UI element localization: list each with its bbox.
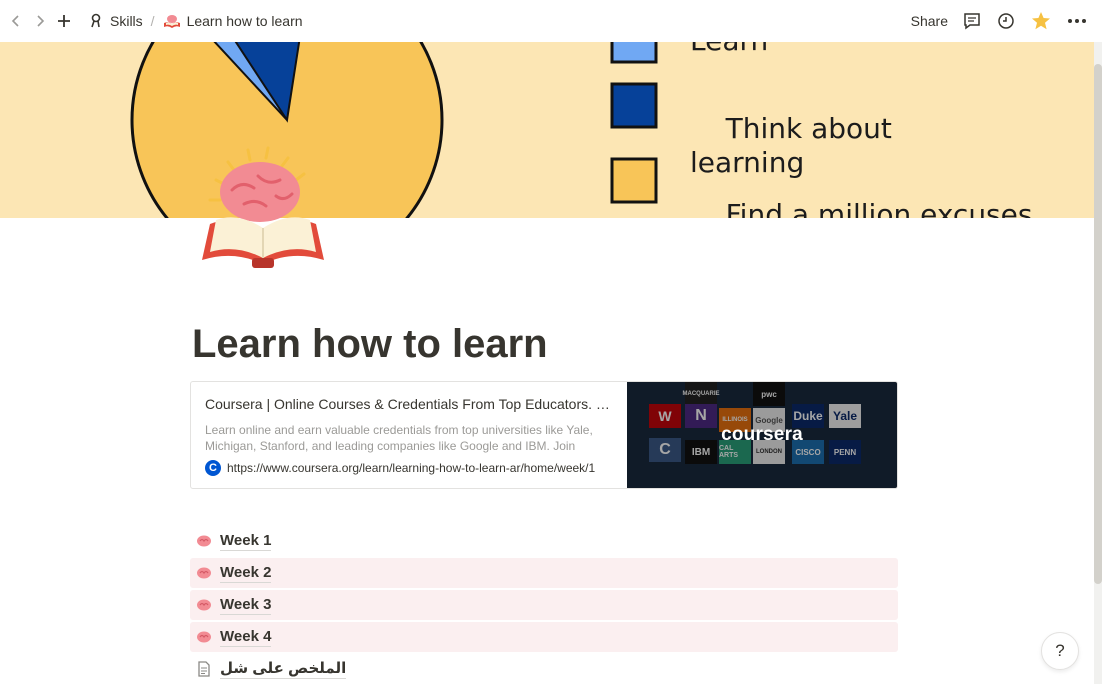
chevron-right-icon <box>37 15 45 27</box>
page-cover: Learn Think about learning Find a millio… <box>0 42 1094 218</box>
back-button[interactable] <box>4 9 28 33</box>
subpage-list: Week 1 Week 2 Week 3 Week 4 الملخص على ش… <box>190 526 898 686</box>
coursera-favicon-icon: C <box>205 460 221 476</box>
top-bar: Skills / Learn how to learn Share <box>0 0 1102 42</box>
breadcrumb-item-current[interactable]: Learn how to learn <box>157 13 309 29</box>
breadcrumb-item-skills[interactable]: Skills <box>82 13 149 29</box>
share-button[interactable]: Share <box>911 13 948 29</box>
plus-icon <box>58 15 70 27</box>
forward-button[interactable] <box>28 9 52 33</box>
page-title[interactable]: Learn how to learn <box>192 322 548 367</box>
breadcrumb-label: Learn how to learn <box>186 13 303 29</box>
chevron-left-icon <box>11 15 19 27</box>
help-button[interactable]: ? <box>1041 632 1079 670</box>
list-item-week-4[interactable]: Week 4 <box>190 622 898 652</box>
cover-legend-excuses: Find a million excuses why I don't have … <box>690 164 1033 218</box>
breadcrumb-label: Skills <box>110 13 143 29</box>
topbar-left: Skills / Learn how to learn <box>0 9 309 33</box>
list-item-summary[interactable]: الملخص على شل <box>190 654 898 684</box>
more-icon[interactable] <box>1066 10 1088 32</box>
brain-icon <box>197 535 211 547</box>
coursera-brand: coursera <box>721 424 803 445</box>
page-icon-brain-book[interactable] <box>196 140 330 274</box>
brain-icon <box>197 599 211 611</box>
breadcrumb-separator: / <box>150 13 155 29</box>
cover-legend-learn: Learn <box>690 42 768 58</box>
bookmark-title: Coursera | Online Courses & Credentials … <box>205 396 613 412</box>
list-item-label: Week 1 <box>220 531 272 551</box>
brain-book-icon <box>163 15 180 28</box>
list-item-week-3[interactable]: Week 3 <box>190 590 898 620</box>
list-item-week-1[interactable]: Week 1 <box>190 526 898 556</box>
scrollbar[interactable] <box>1094 42 1102 684</box>
bookmark-text: Coursera | Online Courses & Credentials … <box>191 382 627 488</box>
bookmark-description: Learn online and earn valuable credentia… <box>205 423 593 453</box>
brain-icon <box>197 567 211 579</box>
list-item-label: الملخص على شل <box>220 659 347 679</box>
skills-icon <box>91 13 101 28</box>
list-item-week-2[interactable]: Week 2 <box>190 558 898 588</box>
bookmark-url-row: C https://www.coursera.org/learn/learnin… <box>205 460 613 476</box>
list-item-label: Week 4 <box>220 627 272 647</box>
star-icon[interactable] <box>1030 10 1052 32</box>
bookmark-card[interactable]: Coursera | Online Courses & Credentials … <box>190 381 898 489</box>
list-item-label: Week 2 <box>220 563 272 583</box>
bookmark-image: MACQUARIE pwc ILLINOIS Google Duke Yale … <box>627 382 897 488</box>
brain-icon <box>197 631 211 643</box>
comment-icon[interactable] <box>962 11 982 31</box>
list-item-label: Week 3 <box>220 595 272 615</box>
new-page-button[interactable] <box>52 9 76 33</box>
topbar-right: Share <box>911 0 1102 42</box>
cover-legend-excuses-text: Find a million excuses why I don't have … <box>725 198 1033 218</box>
bookmark-url: https://www.coursera.org/learn/learning-… <box>227 461 596 475</box>
document-icon <box>198 661 210 677</box>
clock-icon[interactable] <box>996 11 1016 31</box>
scrollbar-thumb[interactable] <box>1094 64 1102 584</box>
